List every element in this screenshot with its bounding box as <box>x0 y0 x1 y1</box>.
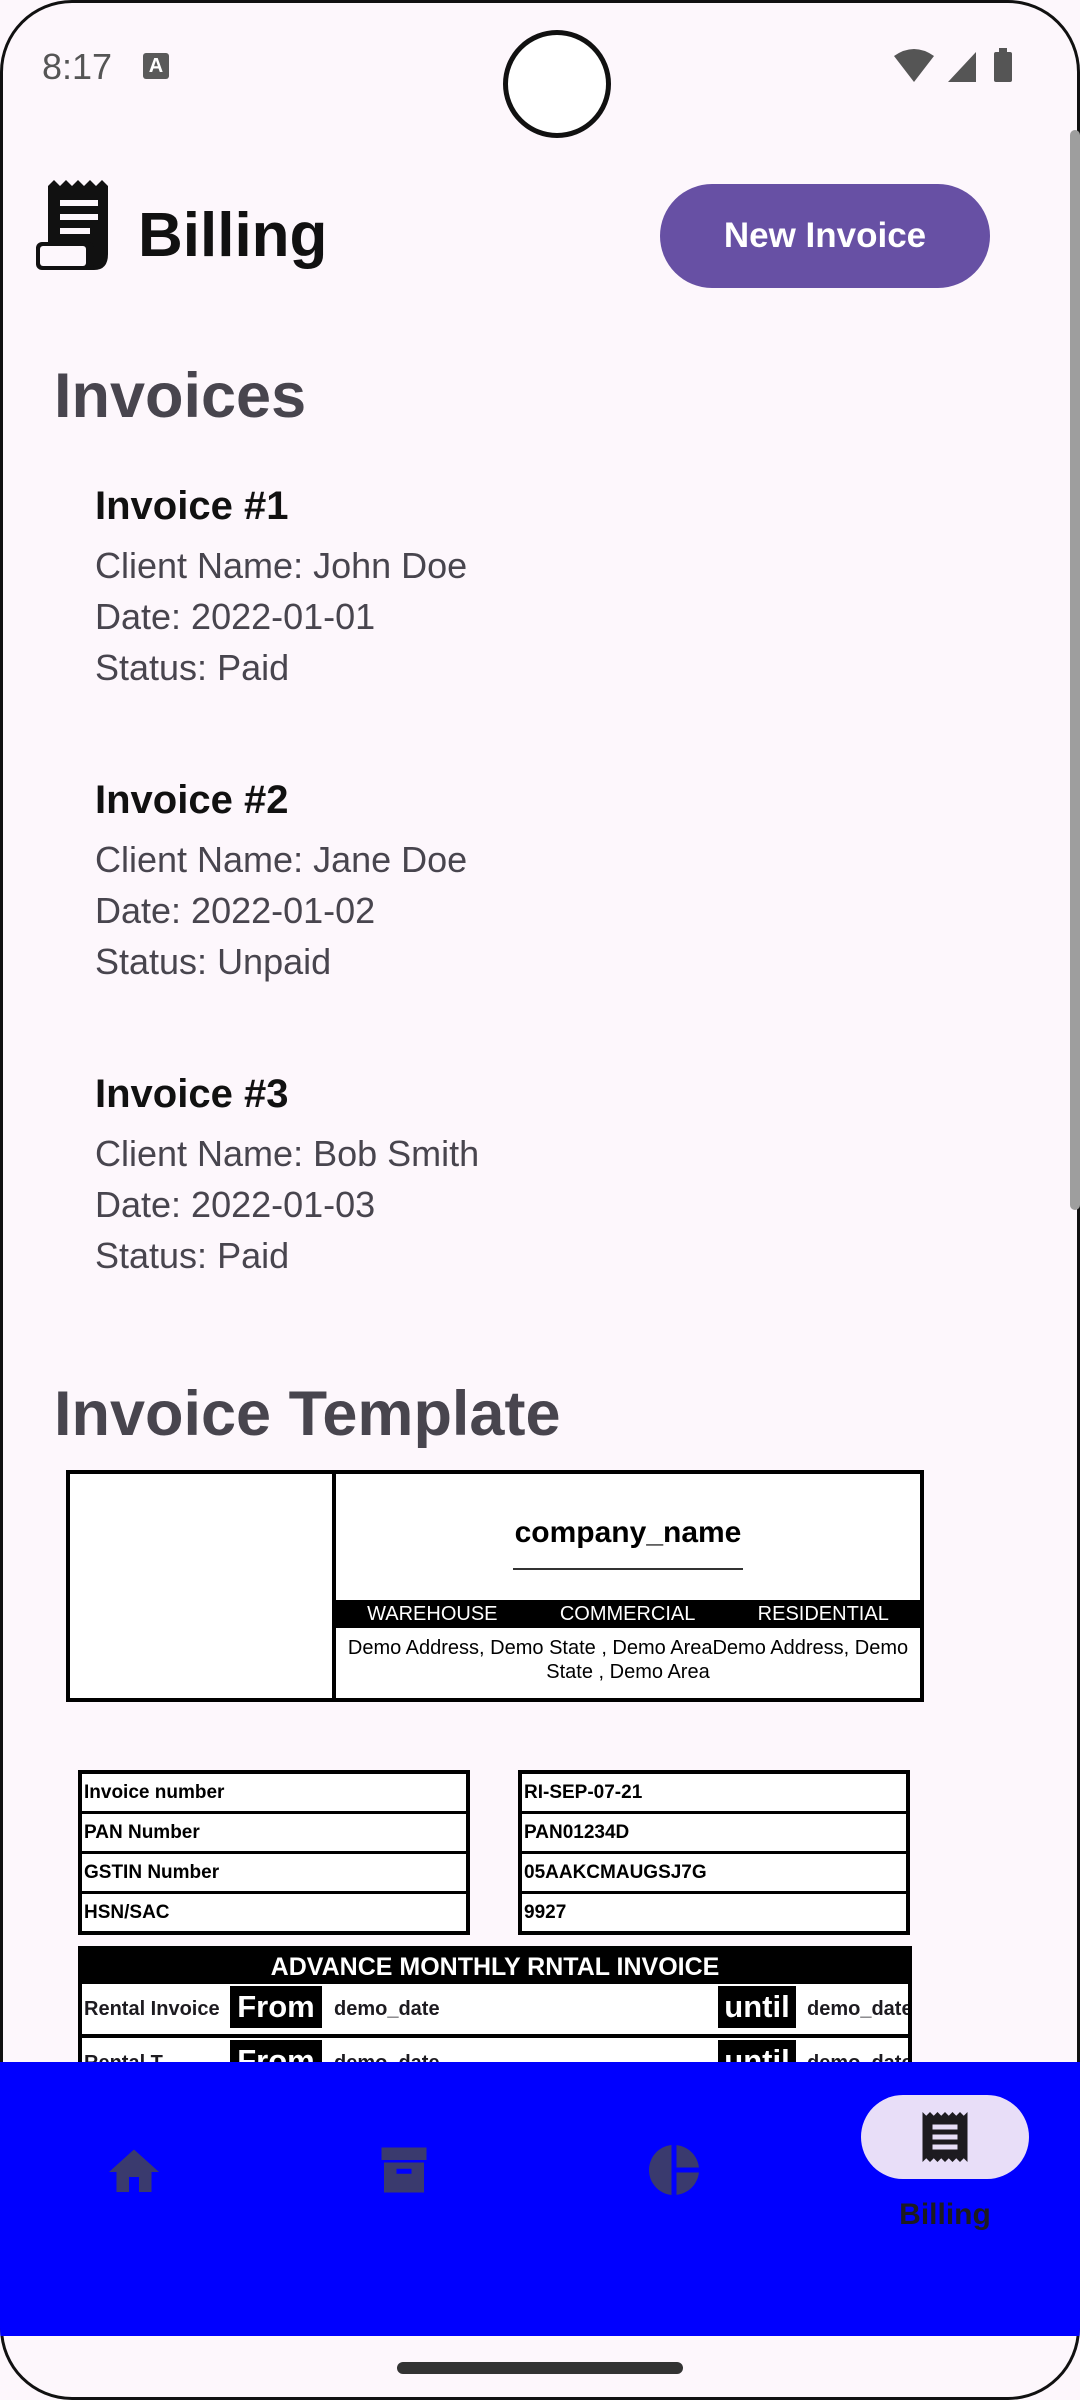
receipt-icon <box>922 2112 968 2162</box>
template-logo-placeholder <box>70 1474 336 1698</box>
category-commercial: COMMERCIAL <box>559 1602 696 1625</box>
camera-cutout <box>503 30 611 138</box>
template-values-table: RI-SEP-07-21 PAN01234D 05AAKCMAUGSJ7G 99… <box>518 1770 910 1935</box>
rental-from-date: demo_date <box>334 1998 440 2020</box>
status-time: 8:17 <box>42 46 113 87</box>
app-header: Billing New Invoice <box>0 170 1080 310</box>
label-pan-number: PAN Number <box>82 1814 466 1854</box>
invoice-card[interactable]: Invoice #3 Client Name: Bob Smith Date: … <box>95 1072 795 1281</box>
rental-from-label: From <box>230 1986 322 2028</box>
invoice-client: Client Name: Bob Smith <box>95 1133 480 1174</box>
value-invoice-number: RI-SEP-07-21 <box>522 1774 906 1814</box>
rental-until-date: demo_date <box>807 1998 912 2020</box>
rental-until-label: until <box>718 1986 796 2028</box>
invoice-card[interactable]: Invoice #2 Client Name: Jane Doe Date: 2… <box>95 778 795 987</box>
rental-heading: ADVANCE MONTHLY RNTAL INVOICE <box>82 1950 908 1984</box>
pie-chart-icon <box>649 2145 699 2195</box>
home-icon <box>109 2149 159 2192</box>
rental-row: Rental Invoice From demo_date until demo… <box>82 1984 908 2038</box>
nav-label-billing: Billing <box>899 2198 991 2231</box>
invoices-section-title: Invoices <box>54 361 307 431</box>
new-invoice-button[interactable]: New Invoice <box>660 184 990 288</box>
nav-item-home[interactable] <box>0 2062 270 2336</box>
template-company: company_name <box>336 1474 920 1596</box>
status-bar: 8:17 A <box>0 0 1080 138</box>
value-gstin-number: 05AAKCMAUGSJ7G <box>522 1854 906 1894</box>
nav-item-reports[interactable] <box>540 2062 810 2336</box>
invoice-date: Date: 2022-01-01 <box>95 596 376 637</box>
invoice-client: Client Name: Jane Doe <box>95 839 468 880</box>
label-hsn-sac: HSN/SAC <box>84 1902 170 1923</box>
invoice-status: Status: Unpaid <box>95 941 332 982</box>
invoice-title: Invoice #2 <box>95 778 289 822</box>
signal-icon <box>948 52 976 82</box>
rental-invoice-block: ADVANCE MONTHLY RNTAL INVOICE Rental Inv… <box>78 1946 912 2066</box>
system-status-icons <box>894 48 1012 82</box>
template-categories: WAREHOUSE COMMERCIAL RESIDENTIAL <box>336 1600 920 1628</box>
invoice-status: Status: Paid <box>95 647 290 688</box>
label-invoice-number: Invoice number <box>82 1774 466 1814</box>
invoice-date: Date: 2022-01-02 <box>95 890 376 931</box>
notification-a-icon: A <box>143 53 169 79</box>
category-warehouse: WAREHOUSE <box>367 1602 498 1625</box>
wifi-icon <box>894 49 934 82</box>
bottom-navigation: Billing <box>0 2062 1080 2336</box>
gesture-handle[interactable] <box>397 2362 683 2374</box>
invoice-title: Invoice #3 <box>95 1072 289 1116</box>
invoice-date: Date: 2022-01-03 <box>95 1184 376 1225</box>
battery-icon <box>994 48 1012 82</box>
category-residential: RESIDENTIAL <box>757 1602 889 1625</box>
template-labels-table: Invoice number PAN Number GSTIN Number H… <box>78 1770 470 1935</box>
receipt-icon <box>36 180 108 270</box>
archive-icon <box>381 2147 427 2193</box>
page-title: Billing <box>138 201 328 270</box>
value-pan-number: PAN01234D <box>522 1814 906 1854</box>
template-section-title: Invoice Template <box>54 1379 561 1449</box>
label-gstin-number: GSTIN Number <box>82 1854 466 1894</box>
invoice-status: Status: Paid <box>95 1235 290 1276</box>
invoice-title: Invoice #1 <box>95 484 289 528</box>
rental-row-label: Rental Invoice <box>84 1998 220 2020</box>
phone-screen: 8:17 A Billing New Invoice Invoices Invo… <box>0 0 1080 2400</box>
invoice-client: Client Name: John Doe <box>95 545 468 586</box>
nav-item-archive[interactable] <box>270 2062 540 2336</box>
value-hsn-sac: 9927 <box>524 1902 567 1923</box>
template-company-name: company_name <box>512 1516 744 1570</box>
template-header-box: company_name WAREHOUSE COMMERCIAL RESIDE… <box>66 1470 924 1702</box>
template-address: Demo Address, Demo State , Demo AreaDemo… <box>347 1637 909 1683</box>
invoice-card[interactable]: Invoice #1 Client Name: John Doe Date: 2… <box>95 484 795 693</box>
